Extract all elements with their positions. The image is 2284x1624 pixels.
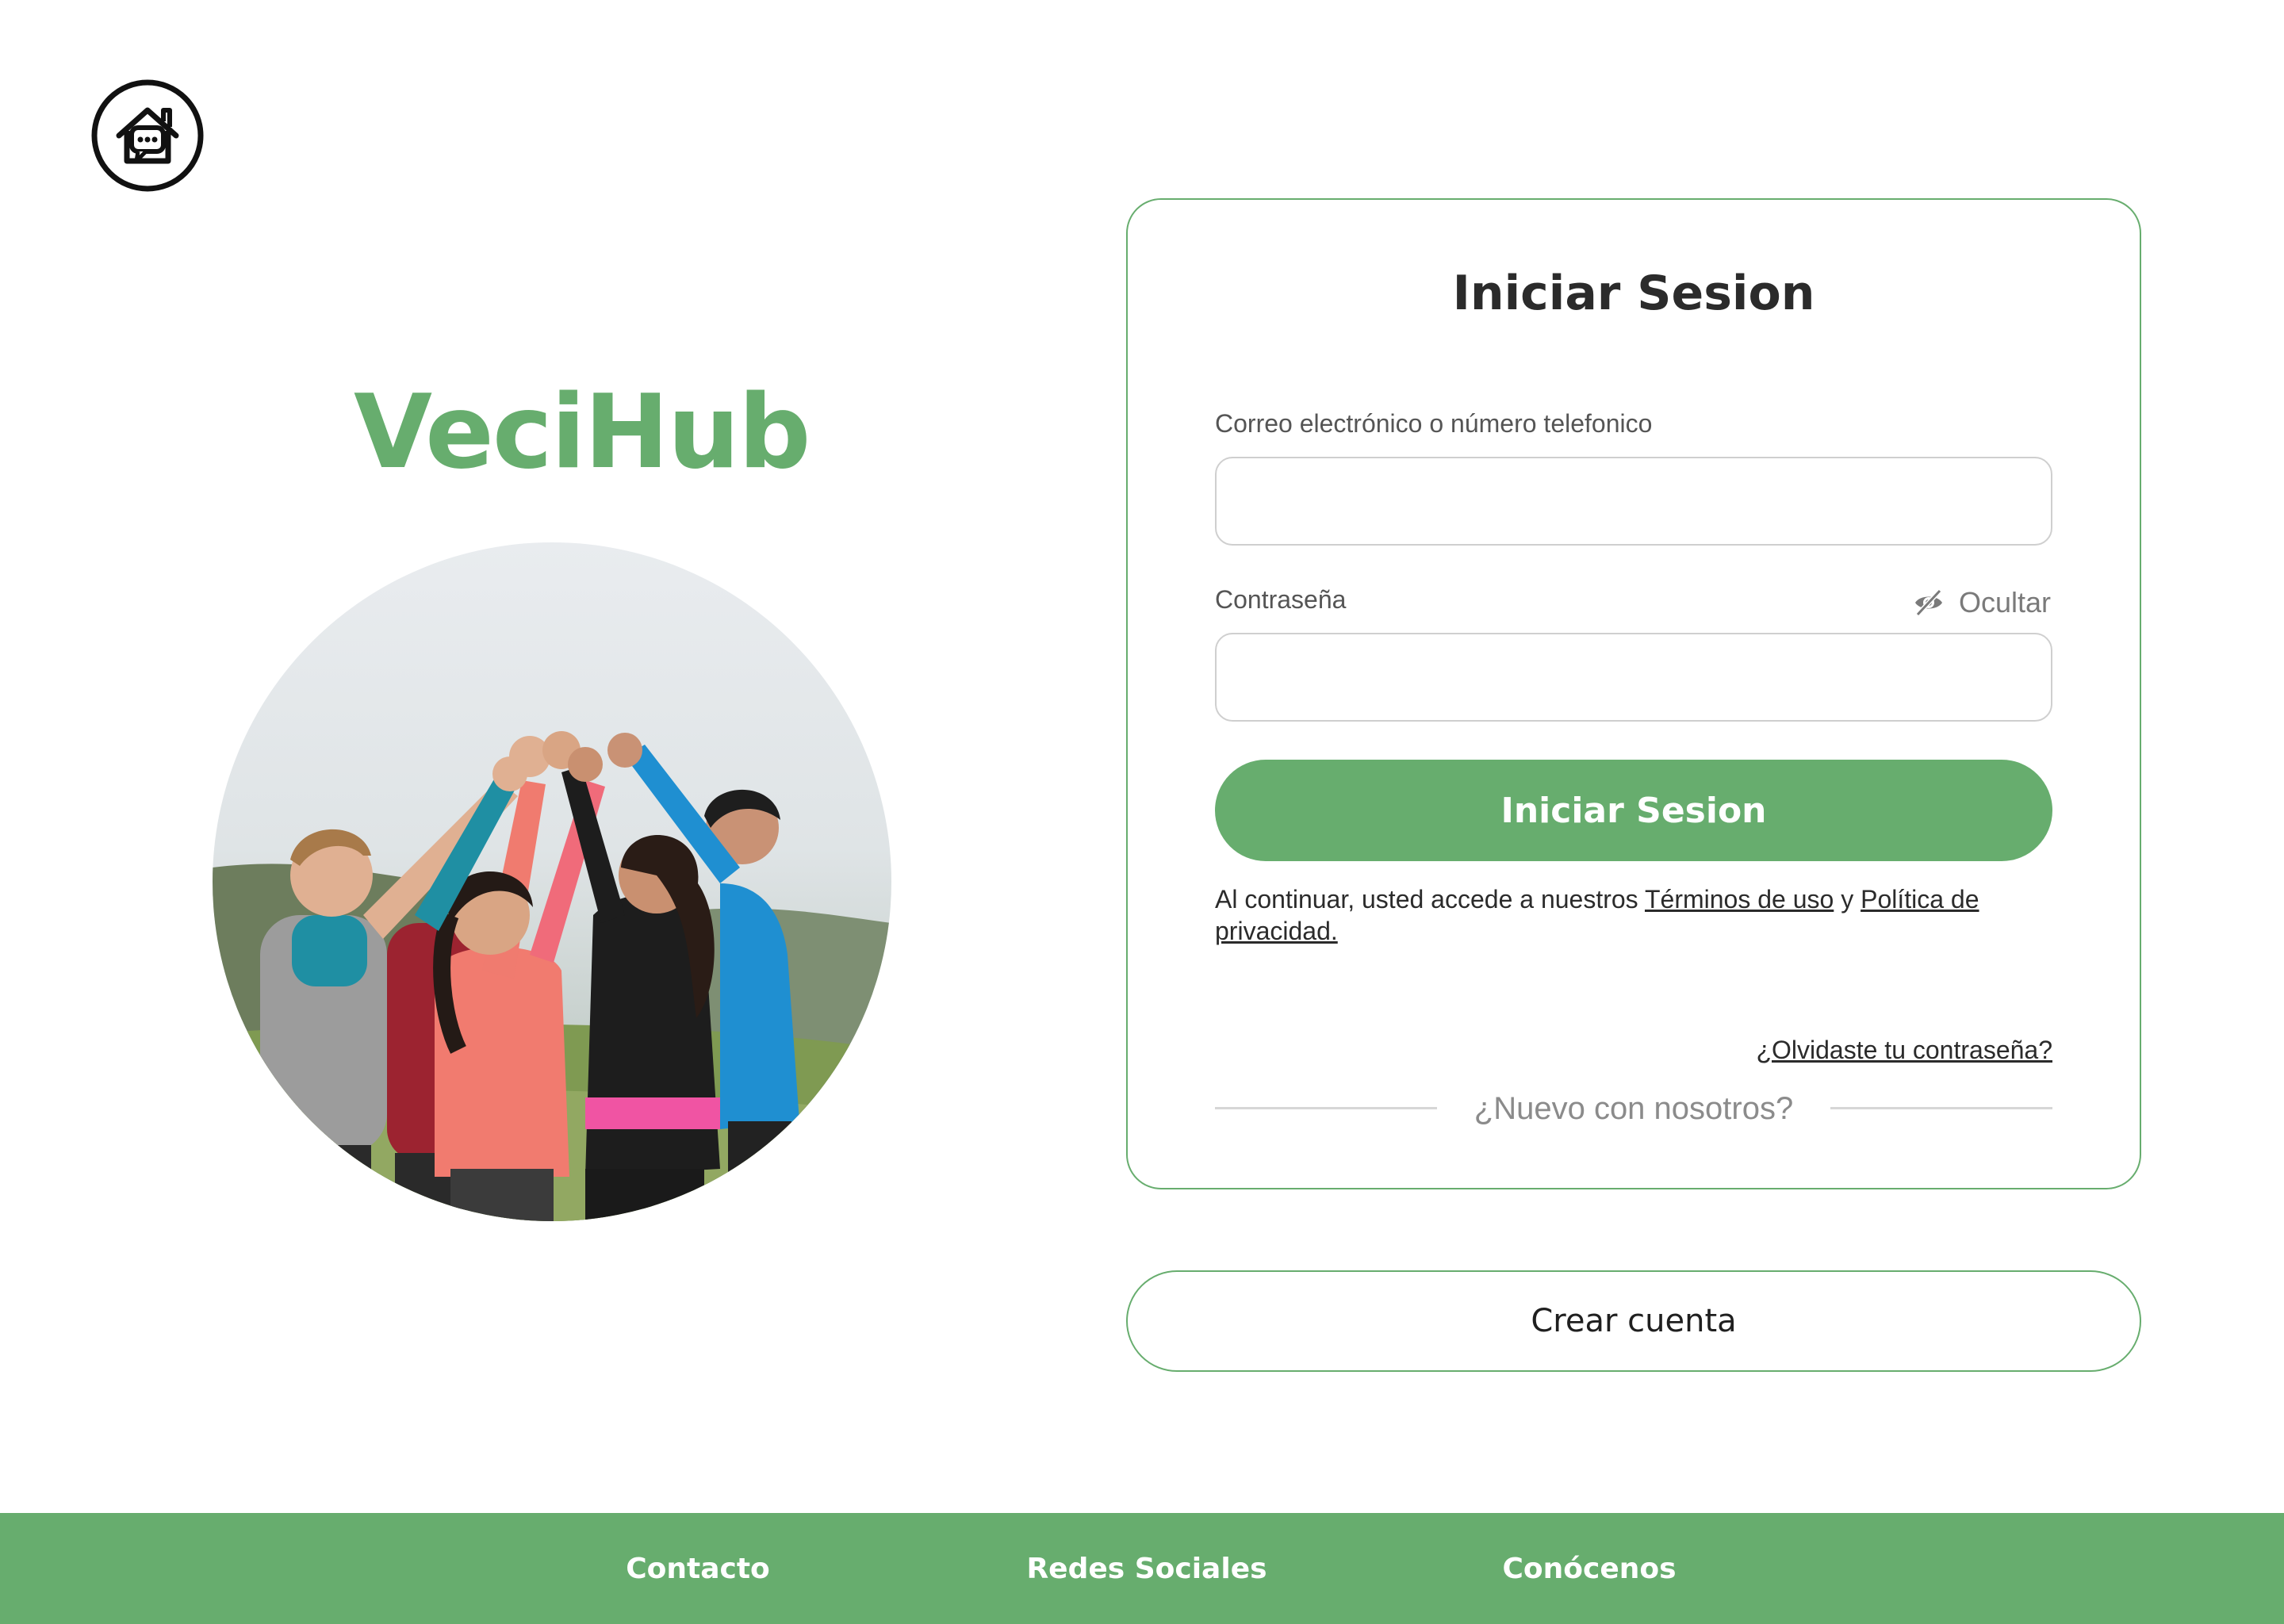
terms-link[interactable]: Términos de uso [1645, 885, 1834, 914]
divider-line-left [1215, 1107, 1437, 1109]
password-visibility-toggle[interactable]: Ocultar [1892, 582, 2051, 623]
login-title: Iniciar Sesion [1452, 266, 1815, 321]
new-user-divider: ¿Nuevo con nosotros? [1473, 1091, 1794, 1126]
footer-link-conocenos[interactable]: Conócenos [1431, 1513, 1748, 1624]
house-chat-icon [91, 79, 204, 192]
email-label: Correo electrónico o número telefonico [1215, 409, 1653, 438]
legal-and: y [1834, 885, 1861, 914]
email-field[interactable] [1215, 457, 2052, 546]
footer: Contacto Redes Sociales Conócenos [0, 1513, 2284, 1624]
password-label: Contraseña [1215, 585, 1347, 614]
footer-link-contacto[interactable]: Contacto [539, 1513, 856, 1624]
login-button[interactable]: Iniciar Sesion [1215, 760, 2052, 861]
forgot-password-link[interactable]: ¿Olvidaste tu contraseña? [1735, 1034, 2052, 1066]
group-high-five-photo [213, 542, 891, 1221]
brand-title: VeciHub [354, 373, 811, 492]
hero-photo [213, 542, 891, 1221]
logo[interactable] [90, 79, 205, 193]
legal-prefix: Al continuar, usted accede a nuestros [1215, 885, 1645, 914]
password-field[interactable] [1215, 633, 2052, 722]
create-account-button[interactable]: Crear cuenta [1126, 1270, 2141, 1372]
divider-line-right [1830, 1107, 2052, 1109]
footer-link-redes-sociales[interactable]: Redes Sociales [988, 1513, 1305, 1624]
toggle-label: Ocultar [1958, 586, 2051, 619]
eye-off-icon [1914, 588, 1942, 617]
legal-text: Al continuar, usted accede a nuestros Té… [1215, 883, 2056, 947]
